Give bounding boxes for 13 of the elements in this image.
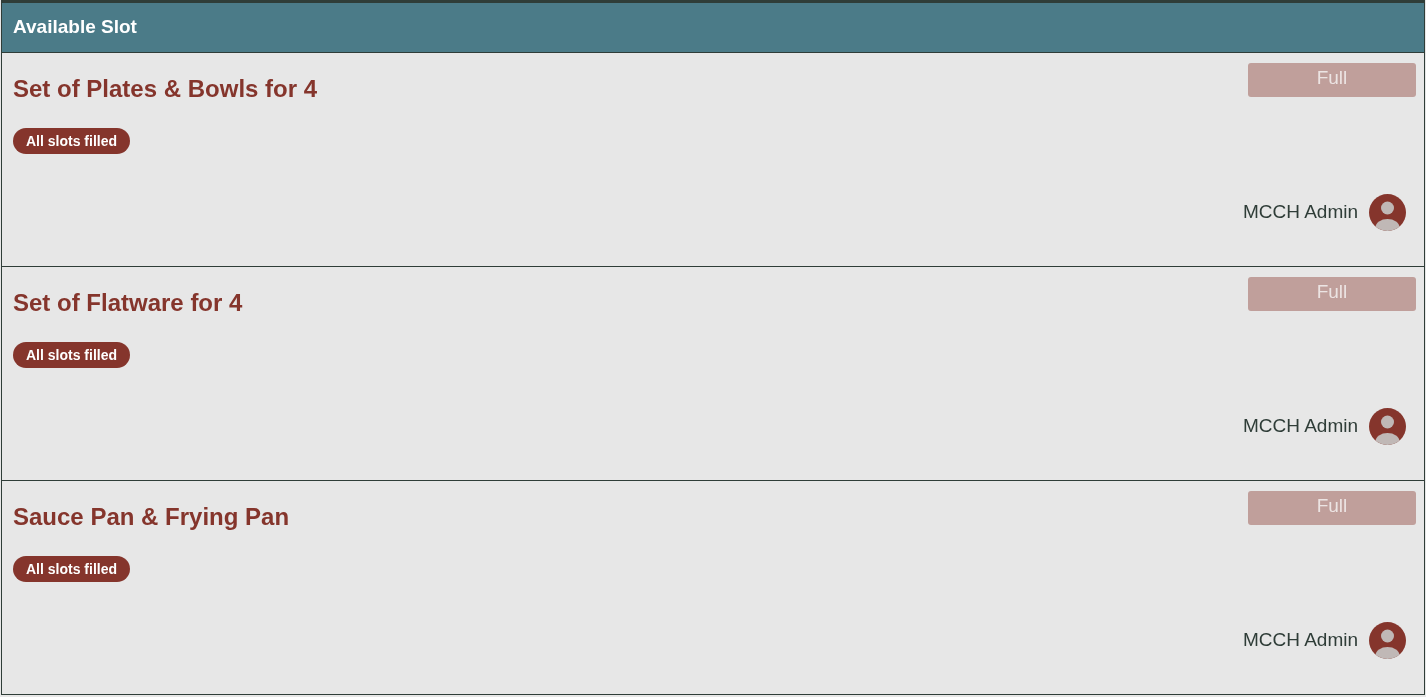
- owner-name: MCCH Admin: [1242, 414, 1358, 439]
- owner-name: MCCH Admin: [1242, 628, 1358, 653]
- slot-title: Set of Plates & Bowls for 4: [13, 75, 318, 103]
- status-badge: All slots filled: [13, 128, 130, 154]
- header-title: Available Slot: [13, 15, 137, 40]
- avatar-icon: [1369, 194, 1406, 231]
- avatar-icon: [1369, 622, 1406, 659]
- avatar-icon: [1369, 408, 1406, 445]
- status-badge: All slots filled: [13, 556, 130, 582]
- slot-title: Sauce Pan & Frying Pan: [13, 503, 290, 531]
- status-badge: All slots filled: [13, 342, 130, 368]
- owner-name: MCCH Admin: [1242, 200, 1358, 225]
- slot-title: Set of Flatware for 4: [13, 289, 243, 317]
